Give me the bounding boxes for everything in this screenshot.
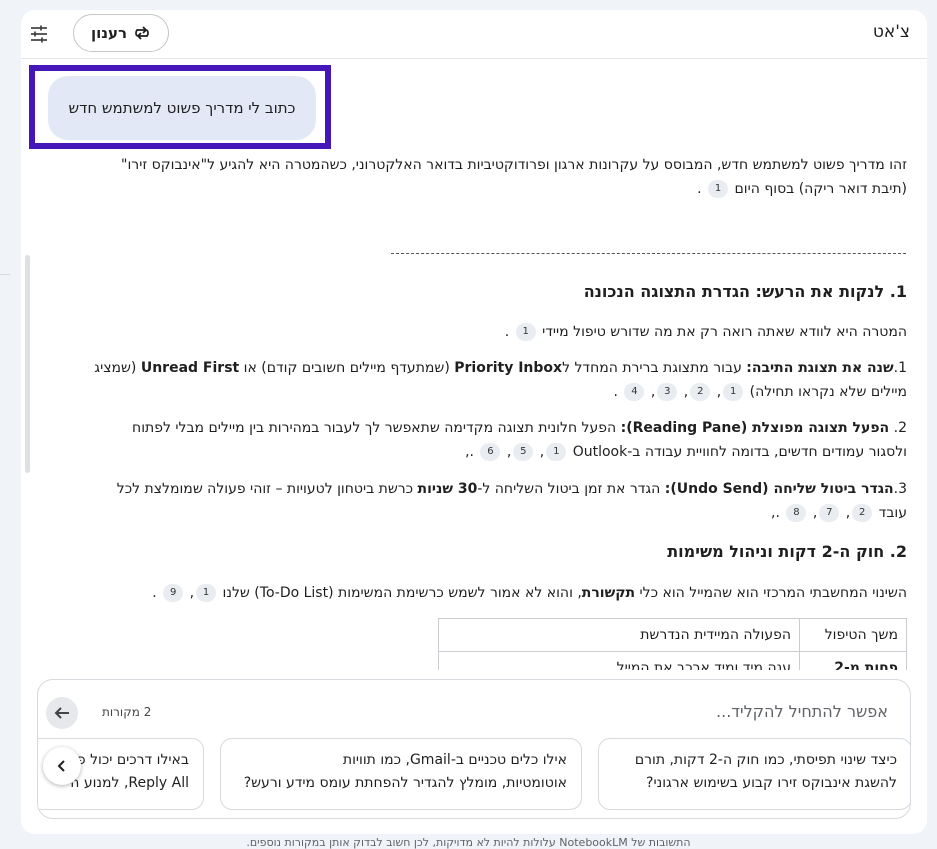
list-item-3: 3.הגדר ביטול שליחה (Undo Send): הגדר את … — [116, 481, 907, 522]
scrollbar[interactable] — [25, 255, 30, 473]
scroll-left-button[interactable] — [43, 747, 81, 785]
refresh-label: רענון — [90, 24, 128, 42]
citation-pill[interactable]: 4 — [624, 383, 645, 401]
panel-title: צ'אט — [872, 22, 910, 42]
answer-block: זהו מדריך פשוט למשתמש חדש, המבוסס על עקר… — [91, 153, 907, 201]
list-item-2: 2. הפעל תצוגה מפוצלת (Reading Pane): הפע… — [132, 420, 907, 461]
table-header-row: משך הטיפול הפעולה המיידית הנדרשת — [438, 618, 907, 652]
citation-pill[interactable]: 1 — [723, 383, 744, 401]
chevron-left-icon — [57, 760, 65, 772]
refresh-icon — [135, 26, 149, 40]
divider-line — [391, 253, 906, 254]
citation-pill[interactable]: 7 — [819, 504, 840, 522]
send-button[interactable] — [46, 697, 78, 729]
tune-icon[interactable] — [29, 24, 49, 44]
left-panel-edge — [0, 0, 20, 846]
citation-pill[interactable]: 8 — [786, 504, 807, 522]
refresh-button[interactable]: רענון — [73, 14, 169, 52]
citation-pill[interactable]: 2 — [690, 383, 711, 401]
arrow-back-icon — [54, 707, 69, 719]
list-item-1: 1.שנה את תצוגת התיבה: עבור מתצוגת ברירת … — [94, 360, 907, 401]
chat-header: רענון צ'אט — [21, 10, 927, 59]
disclaimer-footer: התשובות של NotebookLM עלולות להיות לא מד… — [246, 836, 691, 849]
citation-pill[interactable]: 1 — [546, 443, 567, 461]
section-2: 2. חוק ה-2 דקות וניהול משימות — [91, 540, 907, 564]
citation-pill[interactable]: 2 — [852, 504, 873, 522]
table-header-cell: משך הטיפול — [799, 618, 907, 652]
citation-pill[interactable]: 6 — [480, 443, 501, 461]
message-input[interactable]: אפשר להתחיל להקליד... — [716, 702, 888, 721]
citation-pill[interactable]: 3 — [657, 383, 678, 401]
section-2-body: השינוי המחשבתי המרכזי הוא שהמייל הוא כלי… — [91, 581, 907, 605]
section-1-title: 1. לנקות את הרעש: הגדרת התצוגה הנכונה — [583, 282, 907, 301]
citation-pill[interactable]: 9 — [163, 584, 184, 602]
suggestion-chip[interactable]: אילו כלים טכניים ב-Gmail, כמו תוויות אוט… — [220, 738, 582, 810]
user-message: כתוב לי מדריך פשוט למשתמש חדש — [48, 76, 316, 140]
sources-count: 2 מקורות — [102, 705, 152, 719]
suggestion-chip[interactable]: כיצד שינוי תפיסתי, כמו חוק ה-2 דקות, תור… — [598, 738, 910, 810]
table-header-cell: הפעולה המיידית הנדרשת — [438, 618, 800, 652]
chat-panel: רענון צ'אט כתוב לי מדריך פשוט למשתמש חדש… — [21, 10, 927, 834]
citation-pill[interactable]: 1 — [196, 584, 217, 602]
section-1-body: המטרה היא לוודא שאתה רואה רק את מה שדורש… — [91, 320, 907, 344]
citation-pill[interactable]: 1 — [708, 180, 729, 198]
citation-pill[interactable]: 1 — [515, 323, 536, 341]
citation-pill[interactable]: 5 — [513, 443, 534, 461]
section-1: 1. לנקות את הרעש: הגדרת התצוגה הנכונה — [91, 280, 907, 304]
panel-divider — [0, 274, 10, 275]
composer: אפשר להתחיל להקליד... 2 מקורות כיצד שינו… — [37, 679, 911, 819]
section-1-text: המטרה היא לוודא שאתה רואה רק את מה שדורש… — [504, 323, 907, 341]
section-2-title: 2. חוק ה-2 דקות וניהול משימות — [667, 542, 907, 561]
section-2-text: השינוי המחשבתי המרכזי הוא שהמייל הוא כלי… — [152, 584, 907, 602]
answer-intro: זהו מדריך פשוט למשתמש חדש, המבוסס על עקר… — [121, 157, 907, 198]
